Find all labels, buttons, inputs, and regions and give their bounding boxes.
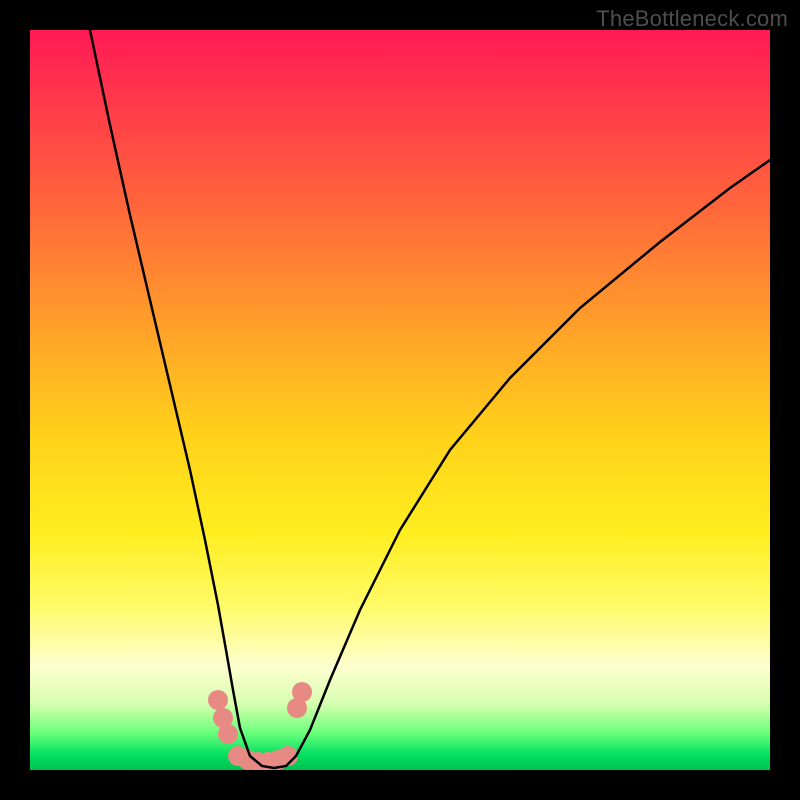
valley-marker-dot — [208, 690, 228, 710]
watermark-text: TheBottleneck.com — [596, 6, 788, 32]
v-curve — [90, 30, 770, 768]
valley-marker-dot — [218, 724, 238, 744]
chart-svg — [30, 30, 770, 770]
valley-marker-dot — [292, 682, 312, 702]
plot-area — [30, 30, 770, 770]
outer-black-frame: TheBottleneck.com — [0, 0, 800, 800]
